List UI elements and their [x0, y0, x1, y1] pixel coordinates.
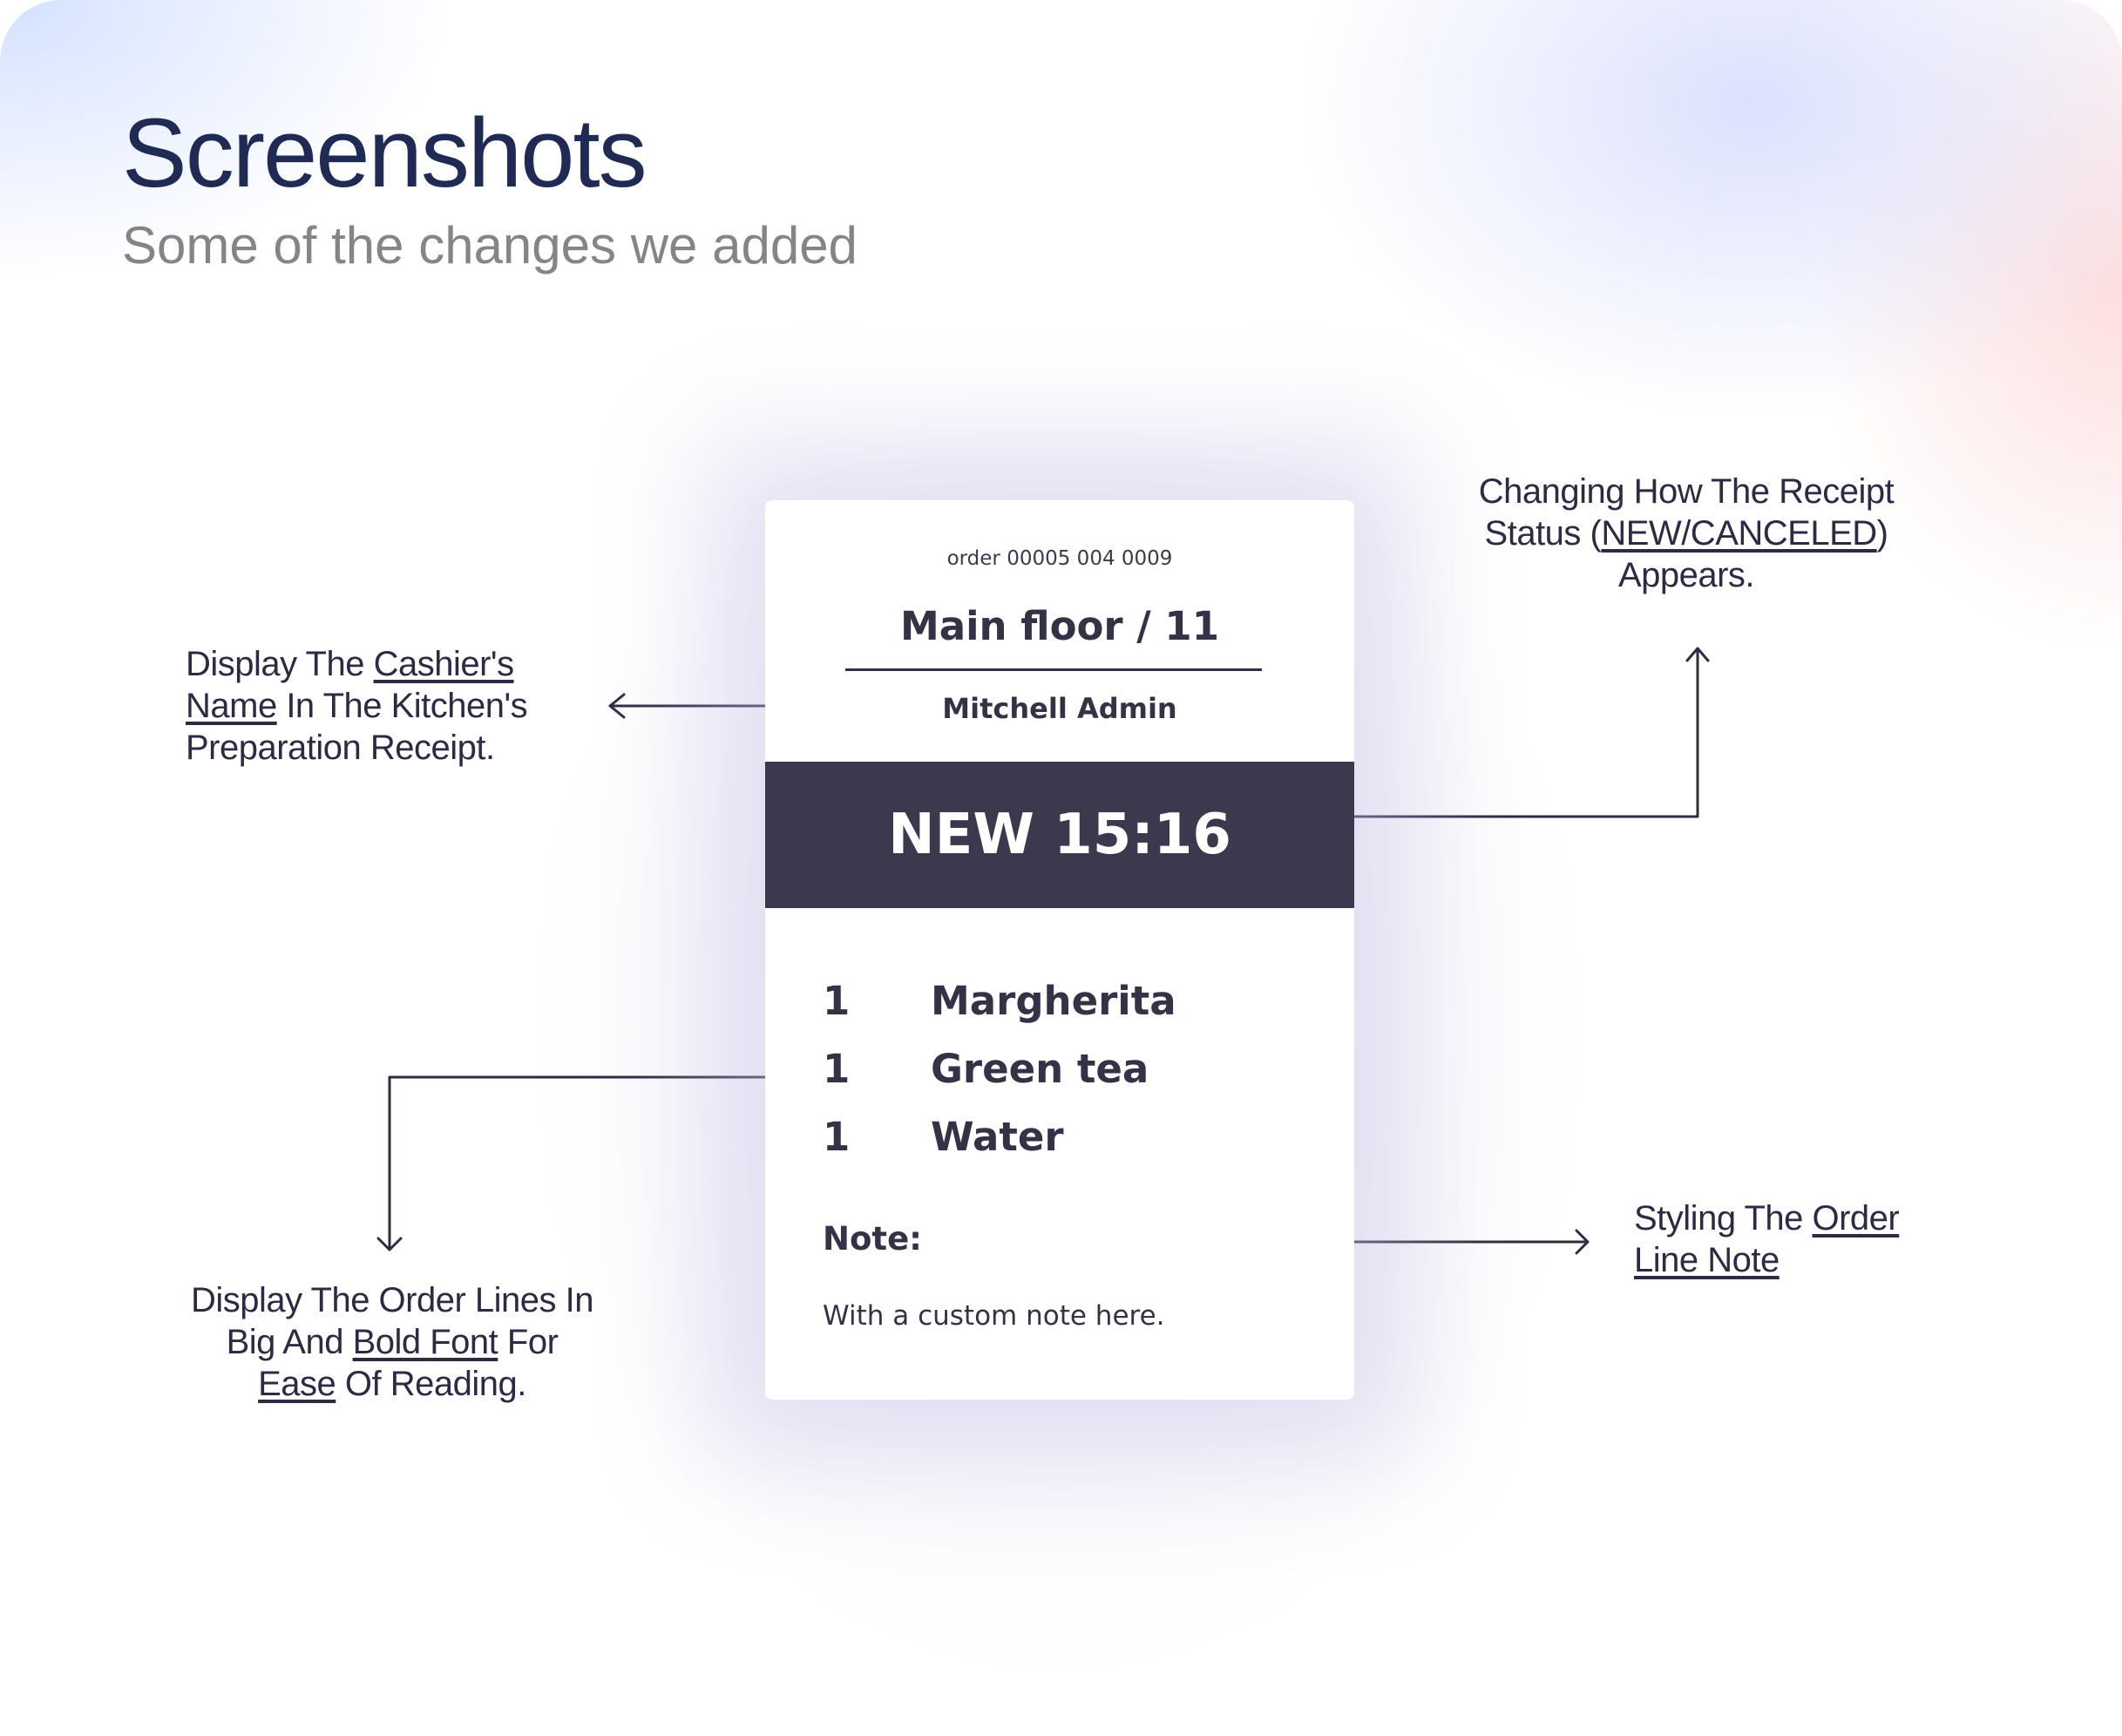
annotation-text: Styling The [1634, 1199, 1813, 1238]
annotation-text: Big And [226, 1323, 353, 1361]
note-text: With a custom note here. [823, 1300, 1165, 1332]
line-qty: 1 [823, 977, 851, 1024]
slide: Screenshots Some of the changes we added… [0, 0, 2122, 1736]
cashier-name: Mitchell Admin [942, 692, 1177, 725]
annotation-underline: NEW/CANCELED [1601, 514, 1877, 553]
order-line: 1 Green tea [823, 1034, 1176, 1102]
line-product: Green tea [931, 1045, 1149, 1092]
annotation-underline: Bold Font [352, 1323, 498, 1361]
annotation-note: Styling The Order Line Note [1634, 1197, 1948, 1281]
divider [845, 668, 1262, 671]
annotation-text: Display The Order Lines In [190, 1281, 594, 1319]
note-label: Note: [823, 1220, 922, 1258]
annotation-text: Preparation Receipt. [186, 729, 495, 767]
status-arrow [1353, 647, 1710, 818]
order-line: 1 Margherita [823, 966, 1176, 1034]
line-qty: 1 [823, 1045, 851, 1092]
line-product: Margherita [931, 977, 1176, 1024]
line-qty: 1 [823, 1113, 851, 1160]
line-product: Water [931, 1113, 1064, 1160]
annotation-underline: Name [186, 687, 277, 725]
order-lines: 1 Margherita 1 Green tea 1 Water [823, 966, 1176, 1170]
annotation-underline: Line Note [1634, 1241, 1780, 1279]
annotation-text: ) [1876, 514, 1888, 553]
order-line: 1 Water [823, 1102, 1176, 1170]
annotation-underline: Ease [258, 1365, 336, 1403]
annotation-text: For [498, 1323, 559, 1361]
annotation-status: Changing How The Receipt Status (NEW/CAN… [1438, 471, 1935, 596]
kitchen-receipt: order 00005 004 0009 Main floor / 11 Mit… [765, 500, 1354, 1400]
lines-arrow [376, 1075, 789, 1251]
status-text: NEW 15:16 [888, 803, 1231, 867]
annotation-text: Changing How The Receipt [1478, 472, 1895, 511]
table-name: Main floor / 11 [899, 603, 1220, 649]
annotation-text: Appears. [1617, 556, 1755, 594]
annotation-text: Status ( [1484, 514, 1602, 553]
order-reference: order 00005 004 0009 [946, 547, 1173, 570]
status-banner: NEW 15:16 [765, 762, 1354, 908]
annotation-cashier: Display The Cashier's Name In The Kitche… [186, 643, 586, 769]
annotation-underline: Order [1812, 1199, 1900, 1238]
annotation-order-lines: Display The Order Lines In Big And Bold … [148, 1279, 636, 1405]
annotation-text: In The Kitchen's [276, 687, 528, 725]
annotation-text: Of Reading. [336, 1365, 526, 1403]
annotation-text: Display The [186, 645, 374, 683]
annotation-underline: Cashier's [373, 645, 514, 683]
